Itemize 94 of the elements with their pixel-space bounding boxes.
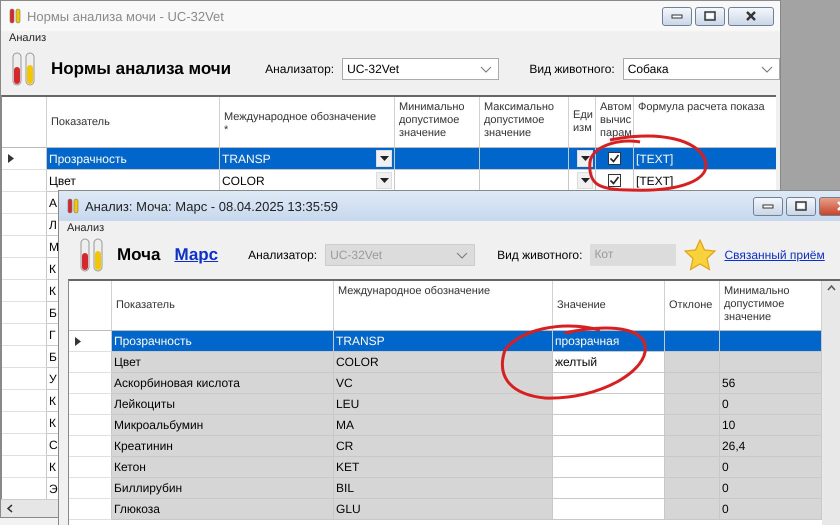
animal-label: Вид животного: — [497, 248, 582, 262]
table-cell — [665, 478, 720, 499]
column-header[interactable]: Показатель — [116, 299, 175, 312]
table-cell: 0 — [720, 499, 822, 520]
table-cell: TRANSP — [334, 331, 553, 352]
table-cell: желтый — [553, 352, 665, 373]
related-visit-link[interactable]: Связанный приём — [724, 248, 825, 262]
column-header[interactable]: Значение — [557, 299, 606, 312]
star-icon[interactable] — [684, 239, 716, 271]
table-cell — [665, 352, 720, 373]
table-cell: 56 — [720, 373, 822, 394]
app-icon — [67, 198, 79, 214]
column-header[interactable]: Еди изм — [573, 109, 593, 135]
table-cell — [665, 373, 720, 394]
menu-item[interactable]: Анализ — [9, 31, 46, 45]
column-header[interactable]: Формула расчета показа — [638, 101, 765, 114]
table-cell — [665, 499, 720, 520]
scroll-up-icon[interactable] — [826, 285, 836, 293]
chevron-icon — [760, 66, 773, 72]
table-cell: 0 — [720, 394, 822, 415]
table-cell: прозрачная — [553, 331, 665, 352]
minimize-icon — [671, 13, 683, 19]
table-cell: VC — [334, 373, 553, 394]
tubes-icon — [11, 51, 37, 87]
caret-icon — [380, 156, 388, 161]
maximize-button[interactable] — [786, 196, 816, 216]
minimize-icon — [762, 203, 774, 209]
analyzer-label: Анализатор: — [248, 248, 318, 262]
row-header[interactable] — [69, 331, 112, 352]
table-cell: Аскорбиновая кислота — [112, 373, 334, 394]
window-title: Нормы анализа мочи - UC-32Vet — [27, 8, 225, 24]
table-cell: Прозрачность — [112, 331, 334, 352]
table-cell: Прозрачность — [47, 148, 220, 170]
table-cell: LEU — [334, 394, 553, 415]
column-header[interactable]: Международное обозначение * — [224, 111, 376, 137]
analyzer-dropdown[interactable]: UC-32Vet — [342, 58, 500, 80]
row-header[interactable] — [2, 148, 47, 170]
caret-icon — [580, 178, 590, 183]
current-row-icon — [75, 336, 81, 346]
minimize-button[interactable] — [753, 196, 783, 216]
tubes-icon — [79, 237, 105, 273]
column-header[interactable]: Автом вычис парам — [600, 101, 632, 140]
column-header[interactable]: Минимально допустимое значение — [724, 285, 817, 324]
form-heading: Нормы анализа мочи — [51, 59, 232, 79]
table-cell: Биллирубин — [112, 478, 334, 499]
cell-text: COLOR — [222, 174, 265, 188]
menu-item[interactable]: Анализ — [67, 221, 104, 235]
cell-text: TRANSP — [222, 152, 271, 166]
checkbox[interactable] — [608, 174, 621, 187]
table-cell: [TEXT] — [634, 148, 776, 170]
minimize-button[interactable] — [662, 6, 692, 26]
table-cell: Глюкоза — [112, 499, 334, 520]
column-header[interactable]: Международное обозначение — [338, 285, 490, 298]
animal-label: Вид животного: — [529, 62, 615, 76]
maximize-button[interactable] — [695, 6, 725, 26]
chevron-icon — [480, 66, 492, 72]
dropdown-button[interactable] — [376, 150, 392, 167]
table-cell — [665, 415, 720, 436]
maximize-icon — [795, 201, 807, 211]
table-cell: Креатинин — [112, 436, 334, 457]
analyzer-label: Анализатор: — [265, 62, 334, 76]
caret-icon — [580, 156, 590, 161]
table-cell: Цвет — [112, 352, 334, 373]
column-header[interactable]: Минимально допустимое значение — [399, 101, 475, 140]
close-icon — [745, 11, 757, 21]
table-cell: MA — [334, 415, 553, 436]
table-cell: COLOR — [334, 352, 553, 373]
maximize-icon — [704, 11, 716, 21]
table-cell — [665, 436, 720, 457]
current-row-icon — [8, 154, 14, 163]
column-header[interactable]: Максимально допустимое значение — [484, 101, 564, 140]
table-cell — [665, 394, 720, 415]
app-icon — [9, 8, 21, 24]
caret-icon — [380, 178, 388, 183]
chevron-icon — [456, 252, 468, 258]
table-cell — [665, 457, 720, 478]
checkbox[interactable] — [608, 152, 621, 165]
table-cell: KET — [334, 457, 553, 478]
animal-dropdown[interactable]: Собака — [622, 58, 780, 80]
close-button[interactable] — [728, 6, 774, 26]
table-cell: GLU — [334, 499, 553, 520]
table-cell: 0 — [720, 478, 822, 499]
column-header[interactable]: Показатель — [51, 116, 110, 128]
dropdown-button[interactable] — [376, 172, 392, 189]
table-cell: 0 — [720, 457, 822, 478]
table-cell: BIL — [334, 478, 553, 499]
table-cell: Кетон — [112, 457, 334, 478]
dropdown-button[interactable] — [577, 172, 593, 189]
table-cell: 26,4 — [720, 436, 822, 457]
column-header[interactable]: Отклоне — [669, 299, 712, 312]
table-cell: 10 — [720, 415, 822, 436]
table-cell: Микроальбумин — [112, 415, 334, 436]
table-cell: Лейкоциты — [112, 394, 334, 415]
table-cell: CR — [334, 436, 553, 457]
